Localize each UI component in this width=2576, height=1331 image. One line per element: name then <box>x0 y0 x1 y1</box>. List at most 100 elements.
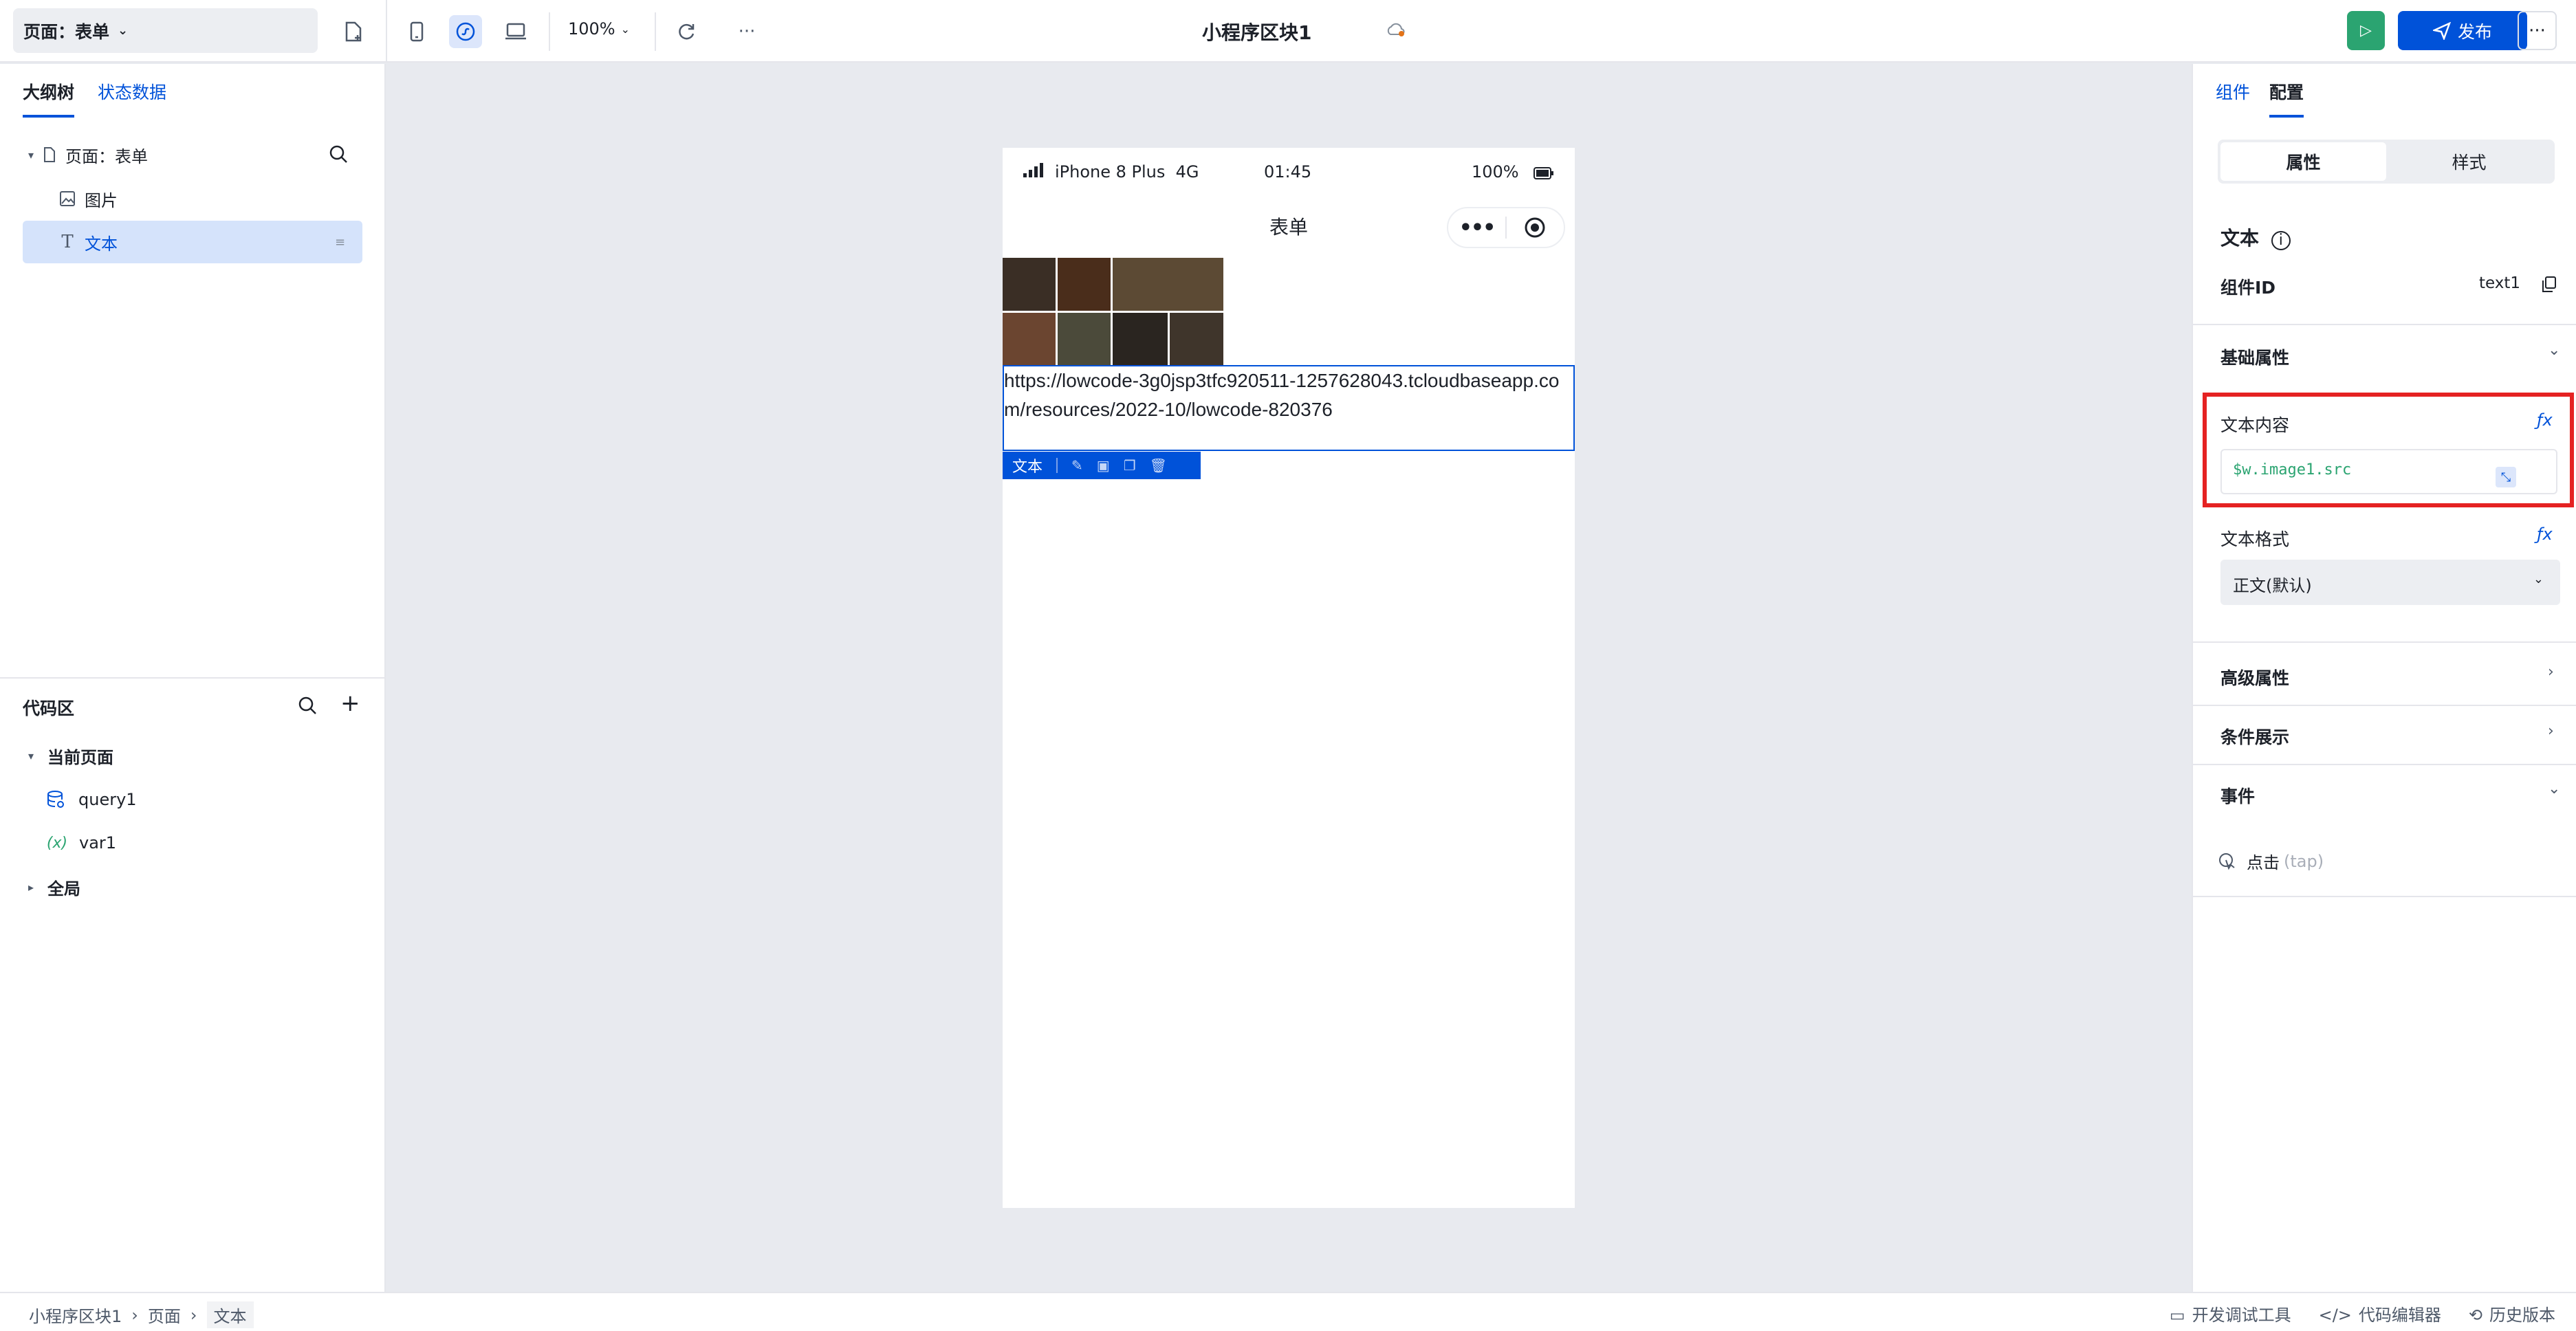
tree-item-query[interactable]: query1 <box>23 778 137 821</box>
page-selector[interactable]: 页面：表单 ⌄ <box>13 8 318 53</box>
expand-icon[interactable]: ⤡ <box>2496 467 2516 487</box>
publish-button[interactable]: 发布 <box>2398 11 2527 50</box>
zoom-value: 100% <box>568 19 615 38</box>
tab-state-data[interactable]: 状态数据 <box>98 79 166 118</box>
info-icon[interactable]: i <box>2271 231 2291 250</box>
search-icon[interactable] <box>296 694 320 718</box>
code-editor-button[interactable]: </> 代码编辑器 <box>2319 1301 2441 1326</box>
history-button[interactable]: ⟲ 历史版本 <box>2469 1301 2555 1326</box>
more-dots-icon[interactable]: ••• <box>1448 216 1505 240</box>
top-toolbar: 页面：表单 ⌄ 100% ⌄ ··· 小程序区块1 ▷ 发布 ··· <box>0 0 2576 63</box>
tree-label: 全局 <box>47 879 80 899</box>
more-menu-button[interactable]: ··· <box>2518 11 2557 50</box>
tab-style[interactable]: 样式 <box>2386 142 2552 181</box>
history-icon: ⟲ <box>2468 1306 2482 1325</box>
add-page-icon[interactable] <box>337 15 370 48</box>
section-conditional-display[interactable]: 条件展示 <box>2220 724 2289 749</box>
component-name-label: 文本 <box>2220 227 2260 250</box>
save-icon[interactable]: ▣ <box>1097 457 1110 474</box>
dev-tools-button[interactable]: ▭ 开发调试工具 <box>2170 1301 2291 1326</box>
caret-down-icon: ▾ <box>28 148 34 162</box>
image-component[interactable] <box>1003 258 1223 366</box>
outline-item-page[interactable]: ▾ 页面：表单 <box>23 133 362 176</box>
miniprogram-view-icon[interactable] <box>449 15 482 48</box>
miniprogram-capsule[interactable]: ••• <box>1447 207 1565 248</box>
battery-icon <box>1533 164 1554 184</box>
divider <box>655 12 656 51</box>
chevron-right-icon[interactable]: › <box>2548 663 2554 681</box>
tab-outline[interactable]: 大纲树 <box>23 79 75 118</box>
run-button[interactable]: ▷ <box>2347 11 2385 50</box>
refresh-icon[interactable] <box>670 15 703 48</box>
text-format-select[interactable]: 正文(默认) ⌄ <box>2220 560 2560 605</box>
fx-icon[interactable]: ƒx <box>2537 525 2553 544</box>
copy-icon[interactable]: ❐ <box>1124 457 1136 474</box>
tab-properties[interactable]: 属性 <box>2220 142 2386 181</box>
code-editor-label: 代码编辑器 <box>2358 1306 2441 1325</box>
chevron-down-icon[interactable]: ⌄ <box>2548 342 2560 359</box>
text-format-label: 文本格式 <box>2220 529 2290 549</box>
divider <box>2193 705 2576 706</box>
code-icon: </> <box>2318 1306 2352 1325</box>
zoom-select[interactable]: 100% ⌄ <box>568 19 630 38</box>
signal-icon <box>1023 162 1045 182</box>
more-icon[interactable]: ··· <box>730 15 763 48</box>
chevron-down-icon: ⌄ <box>2533 572 2544 586</box>
divider <box>2193 764 2576 765</box>
event-tap[interactable]: 点击 (tap) <box>2218 849 2324 873</box>
chevron-right-icon: › <box>190 1305 197 1325</box>
tree-current-page[interactable]: ▾ 当前页面 <box>23 734 113 777</box>
tree-label: 当前页面 <box>47 747 113 767</box>
desktop-view-icon[interactable] <box>499 15 532 48</box>
left-tabs: 大纲树 状态数据 <box>23 79 166 118</box>
section-advanced-properties[interactable]: 高级属性 <box>2220 665 2289 690</box>
close-target-icon[interactable] <box>1507 217 1564 239</box>
tree-item-variable[interactable]: (x) var1 <box>23 822 116 864</box>
section-basic-properties[interactable]: 基础属性 <box>2220 344 2289 369</box>
text-format-value: 正文(默认) <box>2233 576 2312 595</box>
page-icon <box>39 146 60 163</box>
component-type-label: 文本 <box>1012 459 1043 476</box>
component-id-label: 组件ID <box>2220 278 2276 298</box>
text-component-selected[interactable]: https://lowcode-3g0jsp3tfc920511-1257628… <box>1003 365 1575 451</box>
tree-global[interactable]: ▸ 全局 <box>23 866 80 908</box>
fx-icon[interactable]: ƒx <box>2537 410 2553 430</box>
mobile-view-icon[interactable] <box>400 15 433 48</box>
delete-icon[interactable]: 🗑 <box>1150 457 1167 474</box>
photo-tile <box>1003 313 1056 366</box>
navigation-bar: 表单 ••• <box>1003 203 1575 251</box>
bottom-bar: 小程序区块1 › 页面 › 文本 ▭ 开发调试工具 </> 代码编辑器 ⟲ 历史版本 <box>0 1292 2576 1331</box>
outline-item-text[interactable]: T 文本 ≡ <box>23 221 362 263</box>
outline-item-label: 图片 <box>85 190 118 210</box>
breadcrumb-item[interactable]: 页面 <box>148 1303 181 1327</box>
chevron-down-icon: ⌄ <box>118 23 129 38</box>
copy-icon[interactable] <box>2541 276 2557 296</box>
bottom-tools: ▭ 开发调试工具 </> 代码编辑器 ⟲ 历史版本 <box>2170 1301 2555 1326</box>
more-label: ··· <box>2529 20 2546 41</box>
cloud-sync-icon <box>1385 22 1406 37</box>
chevron-right-icon[interactable]: › <box>2548 723 2554 740</box>
carrier-label: iPhone 8 Plus 4G <box>1055 162 1199 182</box>
edit-icon[interactable]: ✎ <box>1071 457 1083 474</box>
history-label: 历史版本 <box>2489 1306 2555 1325</box>
chevron-down-icon[interactable]: ⌄ <box>2548 780 2560 798</box>
database-icon <box>45 790 66 809</box>
status-bar: iPhone 8 Plus 4G 01:45 100% <box>1003 148 1575 196</box>
search-icon[interactable] <box>327 143 351 166</box>
add-icon[interactable]: + <box>340 690 360 717</box>
chevron-down-icon: ⌄ <box>620 22 631 36</box>
outline-item-label: 文本 <box>85 234 118 254</box>
tab-config[interactable]: 配置 <box>2269 79 2304 118</box>
tree-label: var1 <box>79 833 117 852</box>
page-selector-label: 页面：表单 <box>23 21 110 42</box>
phone-preview: iPhone 8 Plus 4G 01:45 100% 表单 ••• https… <box>1003 148 1575 1208</box>
outline-item-image[interactable]: 图片 <box>23 177 362 220</box>
breadcrumb-item[interactable]: 文本 <box>206 1301 254 1328</box>
stack-icon[interactable]: ≡ <box>335 235 345 250</box>
photo-tile <box>1113 258 1223 311</box>
divider <box>386 0 387 63</box>
breadcrumb-item[interactable]: 小程序区块1 <box>29 1303 122 1327</box>
section-events[interactable]: 事件 <box>2220 783 2255 808</box>
outline-item-label: 页面：表单 <box>65 146 148 166</box>
tab-components[interactable]: 组件 <box>2216 79 2250 118</box>
